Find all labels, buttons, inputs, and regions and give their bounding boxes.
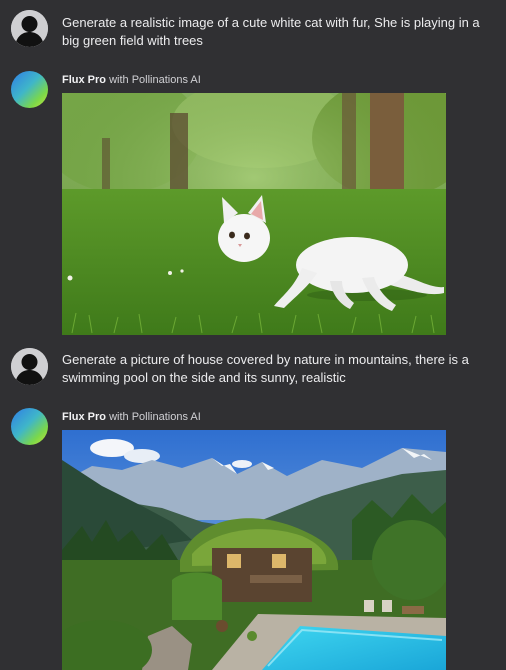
provider-text: with Pollinations AI (109, 74, 201, 86)
gradient-avatar-icon (11, 408, 48, 445)
user-avatar[interactable] (11, 348, 48, 385)
user-message-text: Generate a picture of house covered by n… (62, 352, 469, 385)
provider-text: with Pollinations AI (109, 411, 201, 423)
user-avatar[interactable] (11, 10, 48, 47)
assistant-name: Flux Pro with Pollinations AI (62, 410, 201, 424)
user-message-text: Generate a realistic image of a cute whi… (62, 15, 480, 48)
generated-image-cat[interactable] (62, 93, 446, 335)
assistant-message: Flux Pro with Pollinations AI (0, 68, 506, 338)
generated-image-house[interactable] (62, 430, 446, 670)
user-message: Generate a realistic image of a cute whi… (0, 0, 506, 60)
user-silhouette-icon (11, 10, 48, 47)
assistant-name: Flux Pro with Pollinations AI (62, 73, 201, 87)
assistant-message: Flux Pro with Pollinations AI (0, 405, 506, 670)
model-name: Flux Pro (62, 411, 107, 423)
gradient-avatar-icon (11, 71, 48, 108)
chat-thread: Generate a realistic image of a cute whi… (0, 0, 506, 670)
model-name: Flux Pro (62, 74, 107, 86)
user-silhouette-icon (11, 348, 48, 385)
user-message: Generate a picture of house covered by n… (0, 346, 506, 396)
